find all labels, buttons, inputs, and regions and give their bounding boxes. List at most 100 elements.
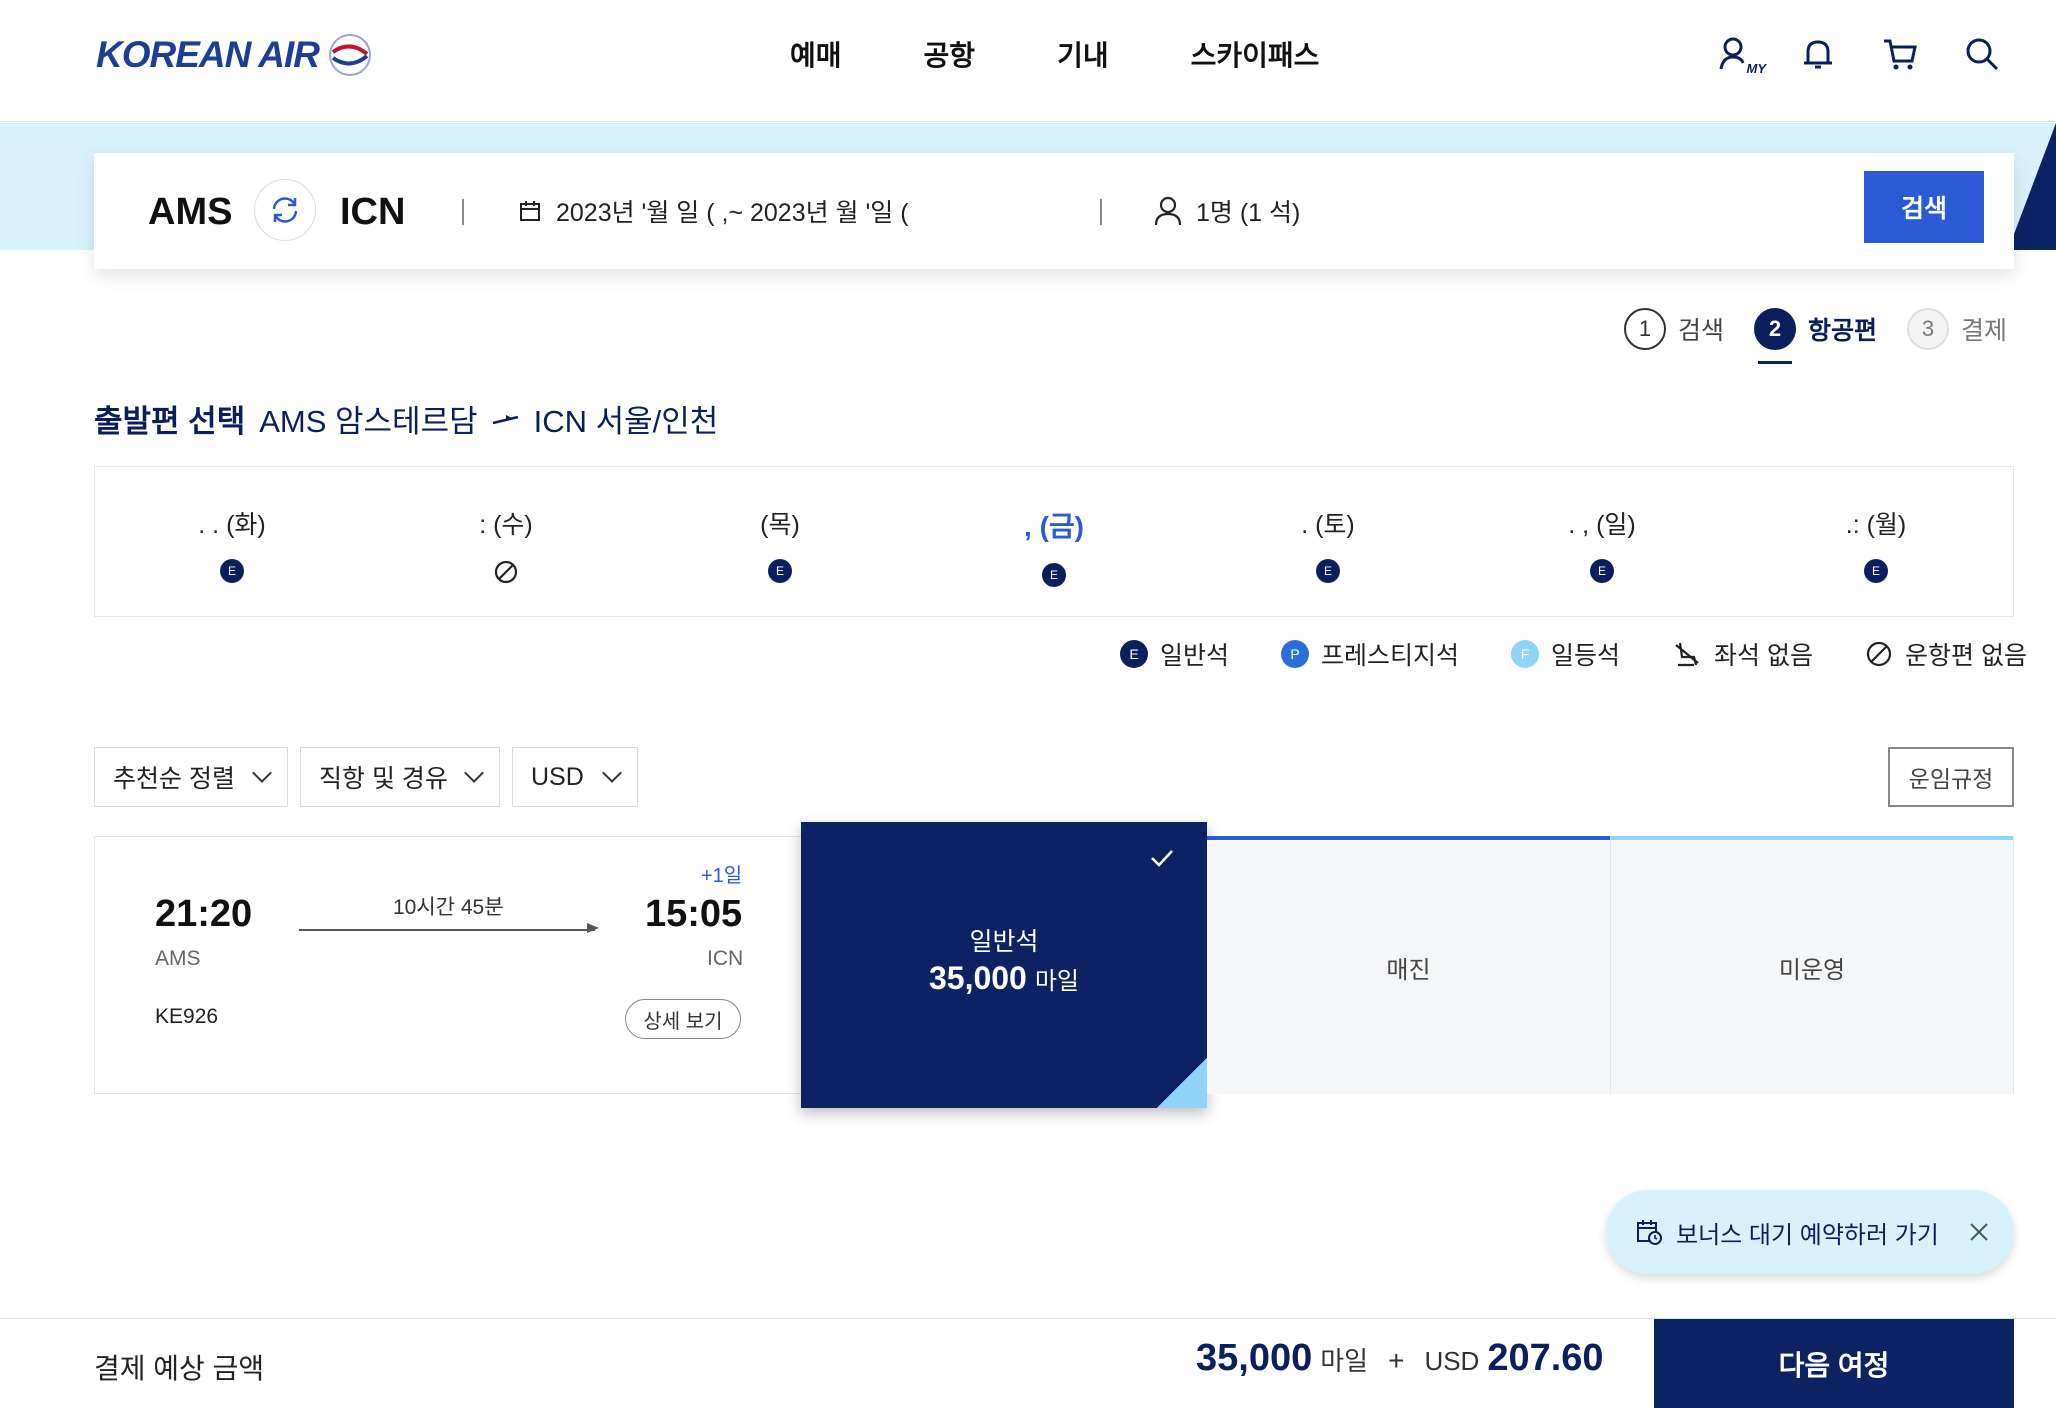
economy-price: 35,000 마일 xyxy=(801,960,1207,997)
cart-icon[interactable] xyxy=(1880,30,1920,78)
plus-day-badge: +1일 xyxy=(701,865,743,887)
nav-booking[interactable]: 예매 xyxy=(790,34,842,74)
economy-badge-icon: E xyxy=(768,559,792,583)
date-label: . . (화) xyxy=(198,511,266,539)
stops-dropdown[interactable]: 직항 및 경유 xyxy=(300,747,500,807)
date-label: .: (월) xyxy=(1845,511,1907,539)
nav-inflight[interactable]: 기내 xyxy=(1057,34,1109,74)
arrival-code: ICN xyxy=(707,947,744,970)
economy-badge-icon: E xyxy=(1590,559,1614,583)
date-label: : (수) xyxy=(479,511,533,539)
economy-badge-icon: E xyxy=(1042,563,1066,587)
close-icon[interactable] xyxy=(1968,1221,1990,1243)
legend-label: 운항편 없음 xyxy=(1905,642,2027,670)
economy-badge-icon: E xyxy=(1120,640,1148,668)
date-label: . , (일) xyxy=(1568,511,1636,539)
plus-sign: + xyxy=(1388,1345,1405,1376)
no-flight-icon xyxy=(494,560,518,584)
flight-number: KE926 xyxy=(155,1005,219,1028)
date-option[interactable]: : (수) xyxy=(369,467,643,616)
departure-code: AMS xyxy=(155,947,201,970)
nav-skypass[interactable]: 스카이패스 xyxy=(1191,34,1320,74)
economy-badge-icon: E xyxy=(1316,559,1340,583)
date-selector[interactable]: 2023년 '월 일 ( ,~ 2023년 월 '일 ( xyxy=(518,193,909,229)
sort-dropdown[interactable]: 추천순 정렬 xyxy=(94,747,288,807)
korean-air-logo[interactable]: KOREAN AIR xyxy=(96,30,373,80)
nav-airport[interactable]: 공항 xyxy=(924,34,976,74)
person-icon xyxy=(1154,196,1182,226)
step-flight[interactable]: 2 항공편 xyxy=(1754,308,1878,364)
step-number: 1 xyxy=(1624,308,1666,350)
no-seat-icon xyxy=(1675,642,1699,667)
seat-class-legend: E 일반석 P 프레스티지석 F 일등석 좌석 없음 운항편 없음 xyxy=(1120,636,2027,672)
economy-fare-cell-selected[interactable]: 일반석 35,000 마일 xyxy=(801,822,1207,1108)
next-journey-button[interactable]: 다음 여정 xyxy=(1654,1319,2014,1408)
date-option[interactable]: . , (일) E xyxy=(1465,467,1739,616)
my-account-icon[interactable]: MY xyxy=(1716,30,1766,78)
prestige-status: 매진 xyxy=(1386,956,1431,984)
step-label: 항공편 xyxy=(1808,317,1878,345)
currency-code: USD xyxy=(1424,1346,1480,1376)
section-title: 출발편 선택 AMS 암스테르담 ICN 서울/인천 xyxy=(94,396,718,441)
booking-steps: 1 검색 2 항공편 3 결제 xyxy=(1624,308,2037,364)
total-amount: 207.60 xyxy=(1487,1337,1604,1379)
step-search[interactable]: 1 검색 xyxy=(1624,308,1724,350)
date-range-text: 2023년 '월 일 ( ,~ 2023년 월 '일 ( xyxy=(556,199,909,227)
band-decoration xyxy=(2008,123,2056,250)
estimated-payment-label: 결제 예상 금액 xyxy=(94,1353,265,1384)
date-option[interactable]: . . (화) E xyxy=(95,467,369,616)
bonus-waitlist-pill[interactable]: 보너스 대기 예약하러 가기 xyxy=(1606,1190,2014,1274)
legend-label: 프레스티지석 xyxy=(1321,642,1460,670)
search-icon[interactable] xyxy=(1962,30,2002,78)
taeguk-icon xyxy=(328,34,371,76)
sort-value: 추천순 정렬 xyxy=(113,765,235,793)
logo-text: KOREAN AIR xyxy=(96,34,320,75)
date-option-selected[interactable]: , (금) E xyxy=(917,467,1191,616)
passenger-selector[interactable]: 1명 (1 석) xyxy=(1152,193,1300,229)
check-icon xyxy=(1151,850,1173,867)
origin-code[interactable]: AMS xyxy=(148,191,232,234)
route-origin: AMS 암스테르담 xyxy=(259,404,478,439)
step-label: 결제 xyxy=(1961,317,2008,345)
chevron-down-icon xyxy=(602,763,622,783)
prestige-badge-icon: P xyxy=(1281,640,1310,668)
economy-badge-icon: E xyxy=(220,559,244,583)
currency-dropdown[interactable]: USD xyxy=(512,747,638,807)
prestige-fare-cell: 매진 xyxy=(1207,836,1610,1094)
step-number: 3 xyxy=(1907,308,1950,350)
search-summary-bar: AMS ICN 2023년 '월 일 ( ,~ 2023년 월 '일 ( 1명 … xyxy=(94,153,2014,269)
step-label: 검색 xyxy=(1678,317,1725,345)
date-strip: . . (화) E : (수) (목) E , (금) E . (토) E . … xyxy=(94,466,2014,617)
total-miles: 35,000 xyxy=(1196,1337,1313,1379)
flight-detail-button[interactable]: 상세 보기 xyxy=(625,999,741,1039)
legend-economy: E 일반석 xyxy=(1120,636,1229,672)
search-button[interactable]: 검색 xyxy=(1864,171,1984,243)
destination-code[interactable]: ICN xyxy=(340,191,405,234)
swap-route-button[interactable] xyxy=(254,179,316,241)
calendar-clock-icon xyxy=(1637,1220,1662,1245)
step-payment: 3 결제 xyxy=(1907,308,2007,350)
divider xyxy=(462,199,464,225)
passenger-text: 1명 (1 석) xyxy=(1196,199,1301,227)
economy-label: 일반석 xyxy=(969,928,1039,956)
economy-badge-icon: E xyxy=(1864,559,1888,583)
bottom-summary-bar: 결제 예상 금액 35,000 마일 + USD 207.60 다음 여정 xyxy=(0,1318,2056,1408)
first-badge-icon: F xyxy=(1511,640,1540,668)
divider xyxy=(1100,199,1102,225)
stops-value: 직항 및 경유 xyxy=(319,765,448,793)
date-option[interactable]: .: (월) E xyxy=(1739,467,2013,616)
legend-label: 일등석 xyxy=(1551,642,1621,670)
notification-bell-icon[interactable] xyxy=(1798,30,1838,78)
date-option[interactable]: . (토) E xyxy=(1191,467,1465,616)
date-label: , (금) xyxy=(1024,511,1084,542)
currency-value: USD xyxy=(531,762,584,791)
estimated-payment-amount: 35,000 마일 + USD 207.60 xyxy=(1196,1337,1604,1380)
date-label: (목) xyxy=(760,511,800,539)
legend-label: 일반석 xyxy=(1160,642,1230,670)
fare-rules-button[interactable]: 운임규정 xyxy=(1888,747,2014,807)
header: KOREAN AIR 예매 공항 기내 스카이패스 MY xyxy=(0,0,2056,122)
legend-no-flight: 운항편 없음 xyxy=(1865,636,2027,672)
swap-icon xyxy=(272,197,298,223)
date-label: . (토) xyxy=(1301,511,1355,539)
date-option[interactable]: (목) E xyxy=(643,467,917,616)
